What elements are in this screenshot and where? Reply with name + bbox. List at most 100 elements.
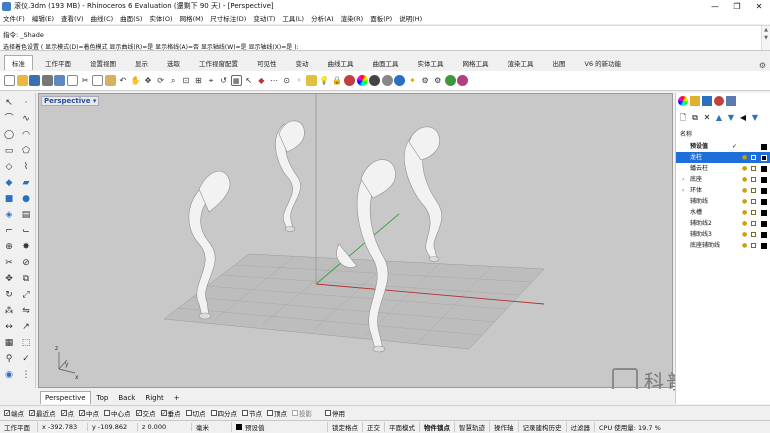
menu-view[interactable]: 查看(V): [61, 13, 84, 23]
layer-color-swatch[interactable]: [761, 220, 767, 227]
lock-icon[interactable]: [751, 155, 756, 160]
layer-color-swatch[interactable]: [761, 187, 767, 194]
menu-dimension[interactable]: 尺寸标注(D): [210, 13, 246, 23]
tab-viewport-layout[interactable]: 工作视窗配置: [192, 56, 245, 70]
layers-tab-icon[interactable]: [690, 96, 700, 106]
viewport-title[interactable]: Perspective ▾: [41, 96, 100, 106]
surface-icon[interactable]: ◆: [2, 177, 16, 190]
box-icon[interactable]: ■: [2, 193, 16, 206]
tab-solid-tools[interactable]: 实体工具: [411, 56, 451, 70]
print-icon[interactable]: [41, 75, 53, 86]
bulb-icon[interactable]: ●: [742, 196, 747, 207]
checkbox-icon[interactable]: [242, 409, 248, 416]
osnap-vertex[interactable]: 顶点: [267, 408, 287, 418]
smarttrack-toggle[interactable]: 智慧轨迹: [455, 422, 490, 432]
layer-color-swatch[interactable]: [761, 165, 767, 172]
checkbox-icon[interactable]: ✓: [79, 409, 85, 416]
osnap-end[interactable]: ✓ 端点: [4, 408, 24, 418]
viewport-scene[interactable]: y x z: [39, 94, 673, 388]
lock-icon[interactable]: [751, 166, 756, 171]
check-icon[interactable]: ✓: [19, 353, 33, 366]
close-button[interactable]: ✕: [748, 2, 770, 11]
mesh-icon[interactable]: ▤: [19, 209, 33, 222]
layer-color-swatch[interactable]: [761, 242, 767, 249]
tab-back[interactable]: Back: [114, 392, 139, 404]
checkbox-icon[interactable]: [325, 409, 331, 416]
rotate-view-icon[interactable]: ⟳: [155, 75, 166, 86]
checkbox-icon[interactable]: [267, 409, 273, 416]
lock-icon[interactable]: [751, 243, 756, 248]
layer-row[interactable]: › 底座 ●: [676, 174, 770, 185]
lock-icon[interactable]: [751, 221, 756, 226]
pan-hand-icon[interactable]: ✋: [130, 75, 141, 86]
open-file-icon[interactable]: [16, 75, 28, 86]
cplane-icon[interactable]: ◆: [256, 75, 267, 86]
command-area[interactable]: 指令: _Shade 选择着色设置 ( 显示模式(D)=着色模式 显示曲线(R)…: [0, 25, 770, 51]
move-down-icon[interactable]: ▼: [726, 113, 736, 123]
snap-toggle[interactable]: 锁定格点: [328, 422, 363, 432]
osnap-project[interactable]: 投影: [292, 408, 312, 418]
osnap-toggle[interactable]: 物件锁点: [420, 422, 455, 432]
point-icon[interactable]: ◦: [294, 75, 305, 86]
menu-solid[interactable]: 实体(O): [149, 13, 172, 23]
properties-icon[interactable]: [66, 75, 78, 86]
tab-new-in-v6[interactable]: V6 的新功能: [578, 56, 629, 70]
lock-icon[interactable]: [751, 188, 756, 193]
checkbox-icon[interactable]: [292, 409, 298, 416]
delete-layer-icon[interactable]: ✕: [702, 113, 712, 123]
zoom-selected-icon[interactable]: ⌖: [206, 75, 217, 86]
osnap-quad[interactable]: 四分点: [210, 408, 237, 418]
osnap-mid[interactable]: ✓ 中点: [79, 408, 99, 418]
lock-icon[interactable]: [751, 177, 756, 182]
perspective-viewport[interactable]: y x z Perspective ▾: [38, 93, 673, 388]
add-viewport-tab[interactable]: +: [170, 392, 184, 404]
menu-render[interactable]: 渲染(R): [341, 13, 364, 23]
checkbox-icon[interactable]: ✓: [135, 409, 142, 416]
render-icon[interactable]: ◉: [2, 369, 16, 382]
tab-set-view[interactable]: 设置视图: [83, 56, 123, 70]
paste-icon[interactable]: [104, 75, 116, 86]
color-wheel-icon[interactable]: [356, 75, 368, 86]
collapse-icon[interactable]: ◀: [738, 113, 748, 123]
block-icon[interactable]: ⬚: [19, 337, 33, 350]
mirror-icon[interactable]: ⇋: [19, 305, 33, 318]
tab-mesh-tools[interactable]: 网格工具: [456, 56, 496, 70]
lock-icon[interactable]: [751, 232, 756, 237]
move-icon[interactable]: ✥: [2, 273, 16, 286]
filter-icon[interactable]: ▼: [750, 113, 760, 123]
rotate-icon[interactable]: ↻: [2, 289, 16, 302]
osnap-int[interactable]: ✓ 交点: [135, 408, 156, 418]
options-gear-icon[interactable]: ⚙: [420, 75, 431, 86]
tab-cplanes[interactable]: 工作平面: [38, 56, 78, 70]
lock-icon[interactable]: 🔒: [331, 75, 342, 86]
bulb-icon[interactable]: ●: [742, 240, 747, 251]
menu-transform[interactable]: 变动(T): [253, 13, 275, 23]
menu-tools[interactable]: 工具(L): [282, 13, 304, 23]
layer-row-selected[interactable]: 龙柱 ●: [676, 152, 770, 163]
layer-row[interactable]: 辅助线3 ●: [676, 229, 770, 240]
new-sublayer-icon[interactable]: ⧉: [690, 113, 700, 123]
osnap-perp[interactable]: ✓ 垂点: [160, 408, 181, 418]
osnap-disable[interactable]: 停用: [325, 408, 345, 418]
osnap-cen[interactable]: 中心点: [104, 408, 131, 418]
ortho-toggle[interactable]: 正交: [363, 422, 385, 432]
sphere-icon[interactable]: ●: [19, 193, 33, 206]
osnap-tan[interactable]: 切点: [185, 408, 206, 418]
layer-row[interactable]: 辅助线 ●: [676, 196, 770, 207]
analyze-icon[interactable]: ⚲: [2, 353, 16, 366]
color-wheel-tab-icon[interactable]: [678, 96, 688, 106]
cut-icon[interactable]: ✂: [80, 75, 91, 86]
maximize-button[interactable]: ❐: [726, 2, 748, 11]
osnap-knot[interactable]: 节点: [242, 408, 262, 418]
rendered-sphere-icon[interactable]: [394, 75, 406, 86]
display-tab-icon[interactable]: [702, 96, 712, 106]
dimension-icon[interactable]: ↔: [2, 321, 16, 334]
osnap-near[interactable]: ✓ 最近点: [29, 408, 56, 418]
copy-tool-icon[interactable]: ⧉: [19, 273, 33, 286]
new-layer-icon[interactable]: 🗋: [678, 113, 688, 123]
material-icon[interactable]: [344, 75, 356, 86]
bulb-icon[interactable]: ●: [742, 218, 747, 229]
tab-select[interactable]: 选取: [160, 56, 187, 70]
curve-icon[interactable]: ∿: [19, 113, 33, 126]
import-icon[interactable]: [54, 75, 66, 86]
